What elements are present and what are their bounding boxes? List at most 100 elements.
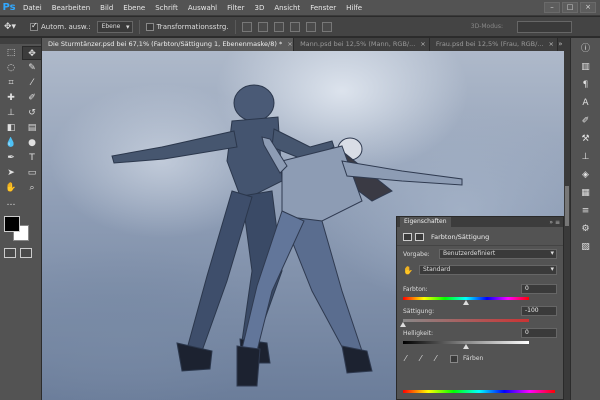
shape-tool-icon[interactable]: ▭ (22, 166, 42, 180)
eyedropper-plus-icon[interactable]: ⁄ (420, 354, 430, 363)
lightness-input[interactable]: 0 (521, 328, 557, 338)
tab-close-icon[interactable]: × (420, 40, 425, 48)
eyedropper-row: ⁄ ⁄ ⁄ Färben (397, 344, 563, 363)
align-left-icon[interactable] (289, 21, 300, 32)
menu-bearbeiten[interactable]: Bearbeiten (47, 0, 95, 16)
lasso-tool-icon[interactable]: ◌ (1, 61, 21, 75)
screen-mode-icon[interactable] (20, 248, 32, 258)
transform-controls-checkbox[interactable] (145, 22, 154, 31)
healing-brush-tool-icon[interactable]: ✚ (1, 91, 21, 105)
tool-presets-icon[interactable]: ⚒ (576, 132, 596, 146)
zoom-tool-icon[interactable]: ⌕ (22, 181, 42, 195)
targeted-adjustment-hand-icon[interactable]: ✋ (403, 266, 415, 275)
gradient-tool-icon[interactable]: ▤ (22, 121, 42, 135)
tab-close-icon[interactable]: × (287, 40, 292, 48)
saturation-slider-thumb[interactable] (400, 322, 406, 327)
align-right-icon[interactable] (321, 21, 332, 32)
eraser-tool-icon[interactable]: ◧ (1, 121, 21, 135)
hue-slider-thumb[interactable] (463, 300, 469, 305)
properties-icon[interactable]: ⚙ (576, 222, 596, 236)
auto-select-dropdown[interactable]: Ebene (96, 20, 133, 33)
layers-icon[interactable]: ◈ (576, 168, 596, 182)
adjustment-layer-icon[interactable] (403, 233, 412, 241)
auto-select-option[interactable]: Autom. ausw.: (30, 21, 91, 31)
tab-close-icon[interactable]: × (549, 40, 554, 48)
menu-3d[interactable]: 3D (249, 0, 269, 16)
adjustment-title: Farbton/Sättigung (431, 233, 490, 241)
menu-datei[interactable]: Datei (18, 0, 47, 16)
brush-presets-icon[interactable]: ✐ (576, 114, 596, 128)
quick-selection-tool-icon[interactable]: ✎ (22, 61, 42, 75)
transform-controls-option[interactable]: Transformationsstrg. (145, 22, 229, 31)
menu-auswahl[interactable]: Auswahl (183, 0, 222, 16)
menu-bild[interactable]: Bild (95, 0, 118, 16)
panel-menu-icon[interactable]: » ≡ (549, 219, 560, 226)
path-selection-tool-icon[interactable]: ➤ (1, 166, 21, 180)
menu-filter[interactable]: Filter (222, 0, 249, 16)
canvas-scrollbar-thumb[interactable] (565, 186, 569, 226)
hue-input[interactable]: 0 (521, 284, 557, 294)
quick-mask-icon[interactable] (4, 248, 16, 258)
menu-ansicht[interactable]: Ansicht (269, 0, 305, 16)
move-tool-preset-icon[interactable]: ✥▾ (4, 20, 24, 34)
dodge-tool-icon[interactable]: ● (22, 136, 42, 150)
eyedropper-minus-icon[interactable]: ⁄ (435, 354, 445, 363)
move-tool-icon[interactable]: ✥ (22, 46, 42, 60)
minimize-button[interactable]: – (544, 2, 560, 13)
crop-tool-icon[interactable]: ⌗ (1, 76, 21, 90)
more-tools-icon[interactable]: … (1, 196, 21, 210)
align-center-icon[interactable] (305, 21, 316, 32)
hue-slider[interactable] (403, 297, 529, 305)
auto-select-label: Autom. ausw.: (41, 22, 91, 31)
lightness-row: Helligkeit: 0 (397, 322, 563, 338)
hue-label: Farbton: (403, 285, 428, 293)
preset-dropdown[interactable]: Benutzerdefiniert (439, 249, 557, 259)
history-icon[interactable]: ▥ (576, 60, 596, 74)
character-icon[interactable]: A (576, 96, 596, 110)
lightness-slider[interactable] (403, 341, 529, 349)
pen-tool-icon[interactable]: ✒ (1, 151, 21, 165)
align-bottom-icon[interactable] (273, 21, 284, 32)
tab-properties[interactable]: Eigenschaften (400, 217, 451, 227)
channels-icon[interactable]: ▦ (576, 186, 596, 200)
menu-fenster[interactable]: Fenster (305, 0, 341, 16)
tab-frau[interactable]: Frau.psd bei 12,5% (Frau, RGB/... × (429, 38, 559, 51)
foreground-color-swatch[interactable] (4, 216, 20, 232)
auto-select-checkbox[interactable] (30, 21, 38, 31)
workspace-dropdown[interactable] (517, 20, 572, 33)
channel-dropdown[interactable]: Standard (419, 265, 557, 275)
close-button[interactable]: × (580, 2, 596, 13)
clone-stamp-tool-icon[interactable]: ⊥ (1, 106, 21, 120)
align-middle-icon[interactable] (257, 21, 268, 32)
saturation-input[interactable]: -100 (521, 306, 557, 316)
eyedropper-icon[interactable]: ⁄ (405, 354, 415, 363)
align-top-icon[interactable] (241, 21, 252, 32)
document-tabs: Die Sturmtänzer.psd bei 67,1% (Farbton/S… (42, 38, 570, 51)
tabs-overflow-icon[interactable]: » (558, 38, 570, 51)
type-tool-icon[interactable]: T (22, 151, 42, 165)
brush-tool-icon[interactable]: ✐ (22, 91, 42, 105)
menu-schrift[interactable]: Schrift (150, 0, 183, 16)
layer-mask-icon[interactable] (415, 233, 424, 241)
properties-panel-header[interactable]: Eigenschaften » ≡ (397, 217, 563, 227)
clone-source-icon[interactable]: ⊥ (576, 150, 596, 164)
menu-ebene[interactable]: Ebene (118, 0, 150, 16)
saturation-slider[interactable] (400, 319, 529, 327)
tab-mann[interactable]: Mann.psd bei 12,5% (Mann, RGB/... × (294, 38, 430, 51)
paragraph-icon[interactable]: ¶ (576, 78, 596, 92)
menu-hilfe[interactable]: Hilfe (341, 0, 367, 16)
eyedropper-tool-icon[interactable]: ⁄ (22, 76, 42, 90)
mode-buttons (0, 248, 41, 258)
colorize-checkbox[interactable] (450, 354, 458, 363)
styles-icon[interactable]: ▧ (576, 240, 596, 254)
lightness-slider-thumb[interactable] (463, 344, 469, 349)
adjustments-icon[interactable]: ≡ (576, 204, 596, 218)
maximize-button[interactable]: □ (562, 2, 578, 13)
marquee-tool-icon[interactable]: ⬚ (1, 46, 21, 60)
info-icon[interactable]: ⓘ (576, 42, 596, 56)
preset-row: Vorgabe: Benutzerdefiniert (397, 246, 563, 262)
history-brush-tool-icon[interactable]: ↺ (22, 106, 42, 120)
tab-sturmtaenzer[interactable]: Die Sturmtänzer.psd bei 67,1% (Farbton/S… (42, 38, 295, 51)
hand-tool-icon[interactable]: ✋ (1, 181, 21, 195)
blur-tool-icon[interactable]: 💧 (1, 136, 21, 150)
